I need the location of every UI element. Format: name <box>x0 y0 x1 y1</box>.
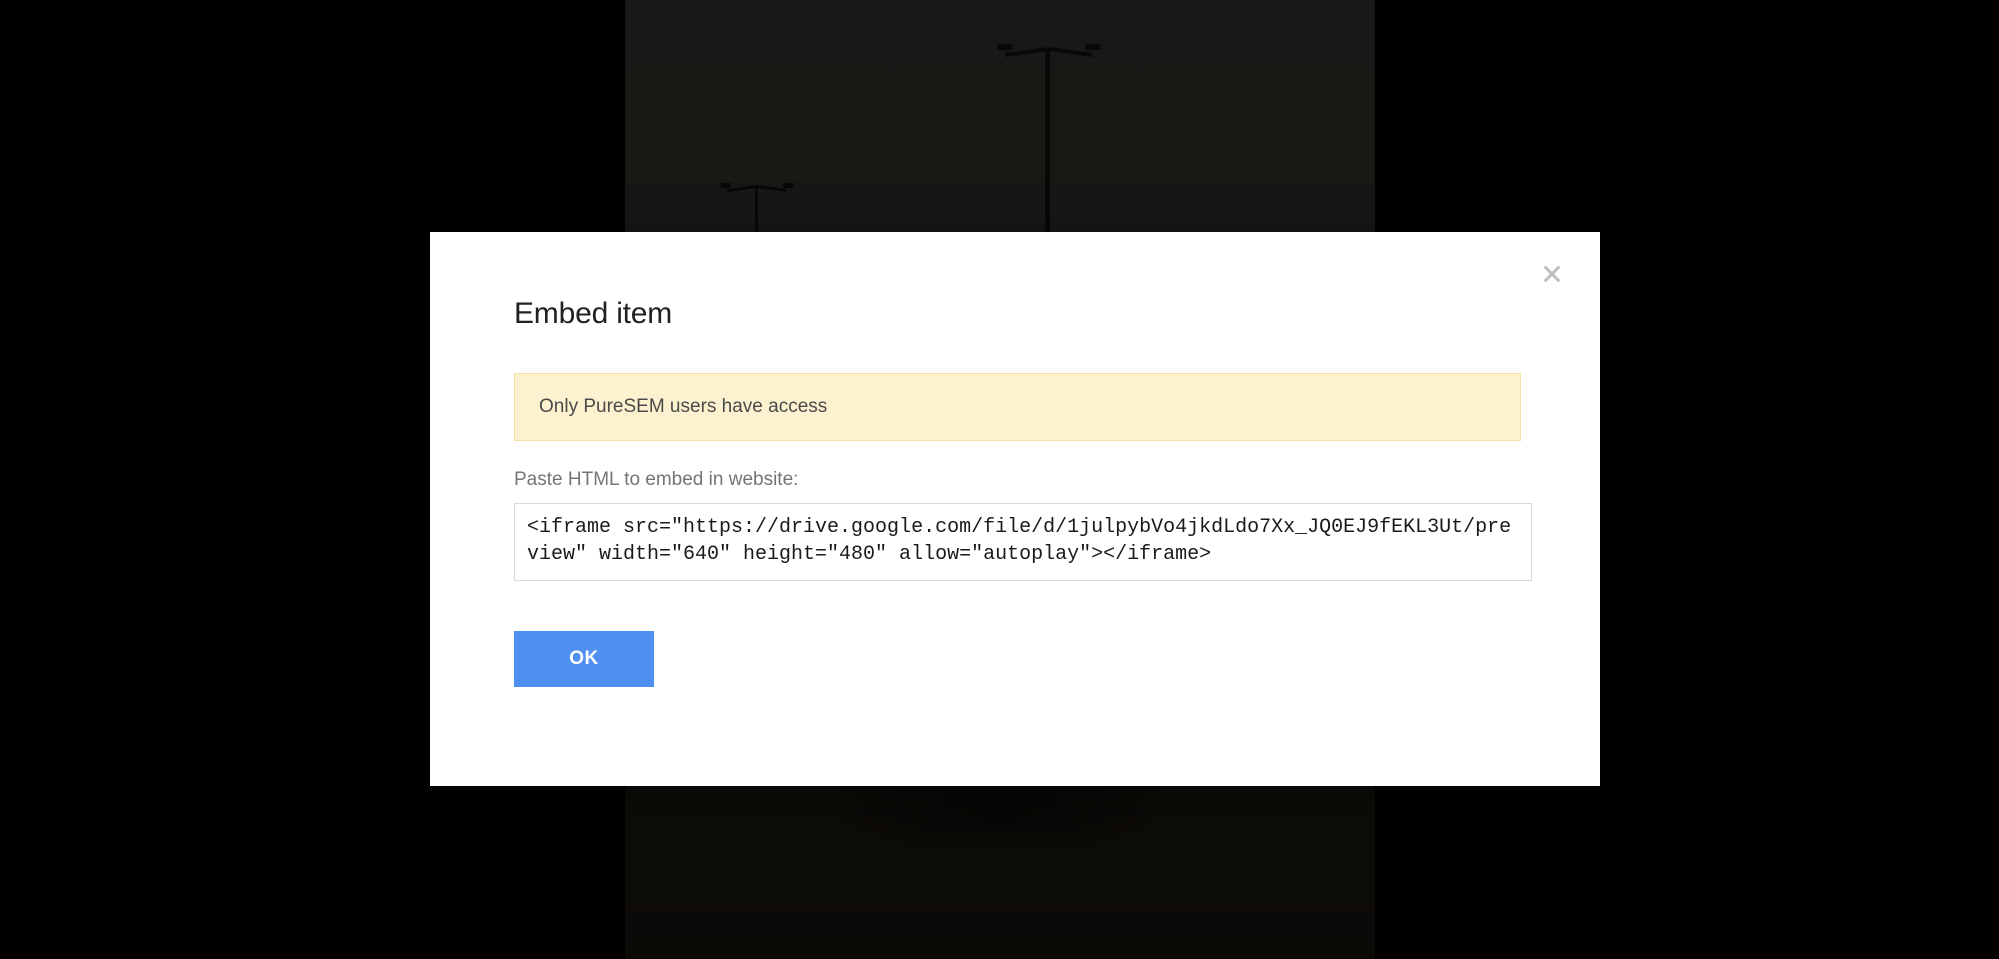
ok-button[interactable]: OK <box>514 631 654 687</box>
close-button[interactable] <box>1532 256 1572 296</box>
embed-code-textbox[interactable]: <iframe src="https://drive.google.com/fi… <box>514 503 1532 581</box>
decorative-shape <box>727 185 757 192</box>
access-info-banner: Only PureSEM users have access <box>514 373 1521 441</box>
dialog-content: Embed item Only PureSEM users have acces… <box>514 297 1540 687</box>
decorative-shape <box>720 183 731 188</box>
close-icon <box>1541 263 1563 290</box>
decorative-shape <box>997 44 1013 50</box>
app-viewport: Embed item Only PureSEM users have acces… <box>0 0 1999 959</box>
embed-field-label: Paste HTML to embed in website: <box>514 469 1540 491</box>
decorative-shape <box>1085 44 1101 50</box>
dialog-title: Embed item <box>514 297 1540 331</box>
decorative-shape <box>783 183 794 188</box>
embed-item-dialog: Embed item Only PureSEM users have acces… <box>430 232 1600 786</box>
